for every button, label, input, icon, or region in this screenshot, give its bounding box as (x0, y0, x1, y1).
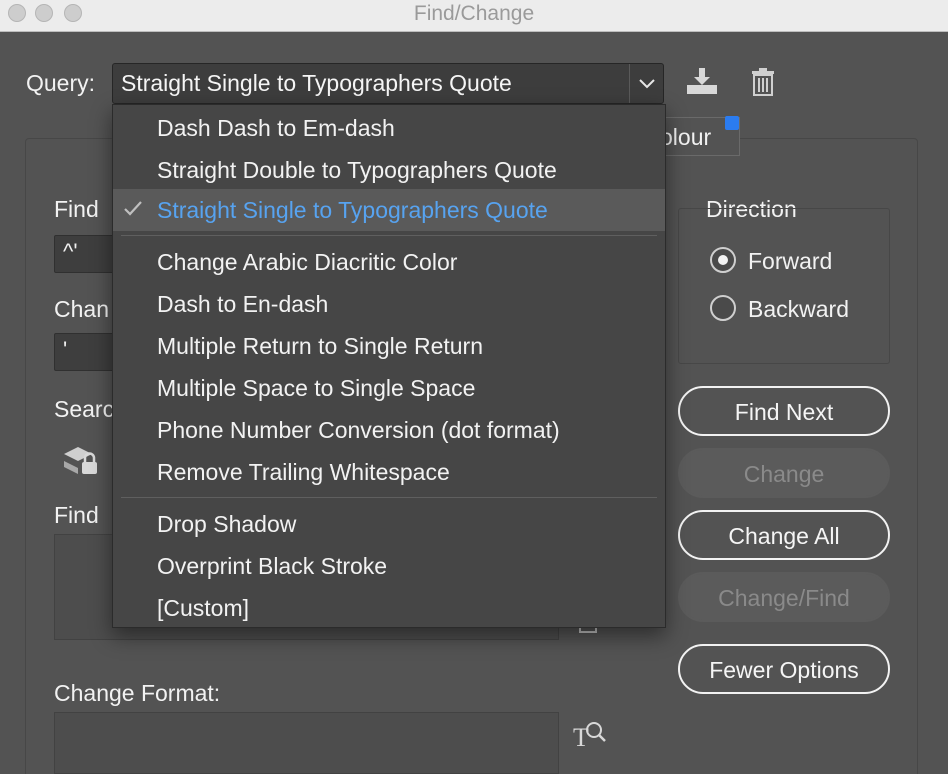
query-label: Query: (26, 70, 96, 96)
tab-marker-icon (725, 116, 739, 130)
menu-separator (121, 497, 657, 498)
fewer-options-button[interactable]: Fewer Options (678, 644, 890, 694)
radio-backward-label: Backward (748, 296, 849, 322)
radio-backward[interactable] (710, 295, 736, 321)
change-to-label: Chan (54, 296, 109, 322)
menu-item-dash-to-en-dash[interactable]: Dash to En-dash (113, 283, 665, 325)
menu-item-phone-number-conversion[interactable]: Phone Number Conversion (dot format) (113, 409, 665, 451)
menu-separator (121, 235, 657, 236)
chevron-down-icon (639, 79, 655, 89)
query-dropdown-menu: Dash Dash to Em-dash Straight Double to … (112, 104, 666, 628)
radio-forward-label: Forward (748, 248, 833, 274)
query-dropdown-toggle[interactable] (629, 64, 663, 103)
change-format-box[interactable] (54, 712, 559, 774)
window-title: Find/Change (413, 2, 535, 25)
menu-item-dash-dash-to-em-dash[interactable]: Dash Dash to Em-dash (113, 107, 665, 149)
query-selected-value: Straight Single to Typographers Quote (121, 70, 512, 96)
change-button[interactable]: Change (678, 448, 890, 498)
specify-change-format-button[interactable]: T (572, 718, 608, 755)
change-all-button[interactable]: Change All (678, 510, 890, 560)
menu-item-drop-shadow[interactable]: Drop Shadow (113, 503, 665, 545)
save-query-button[interactable] (685, 66, 719, 103)
radio-selected-dot (718, 255, 728, 265)
menu-item-multiple-space[interactable]: Multiple Space to Single Space (113, 367, 665, 409)
title-bar: Find/Change (0, 0, 948, 32)
locked-layers-icon (64, 447, 97, 474)
change-find-button[interactable]: Change/Find (678, 572, 890, 622)
find-what-label: Find (54, 196, 99, 222)
menu-item-change-arabic-diacritic-color[interactable]: Change Arabic Diacritic Color (113, 241, 665, 283)
find-format-label: Find (54, 502, 99, 528)
query-dropdown[interactable]: Straight Single to Typographers Quote (112, 63, 664, 104)
radio-forward[interactable] (710, 247, 736, 273)
tab-colour-label: olour (660, 124, 712, 150)
direction-group (678, 208, 890, 364)
menu-item-straight-single-quote[interactable]: Straight Single to Typographers Quote (113, 189, 665, 231)
save-query-icon (687, 68, 717, 94)
trash-icon (752, 68, 774, 96)
find-next-button[interactable]: Find Next (678, 386, 890, 436)
search-label: Searc (54, 396, 115, 422)
delete-query-button[interactable] (751, 67, 775, 102)
menu-item-remove-trailing-whitespace[interactable]: Remove Trailing Whitespace (113, 451, 665, 493)
menu-item-multiple-return[interactable]: Multiple Return to Single Return (113, 325, 665, 367)
menu-item-overprint-black-stroke[interactable]: Overprint Black Stroke (113, 545, 665, 587)
menu-item-straight-double-quote[interactable]: Straight Double to Typographers Quote (113, 149, 665, 191)
text-search-icon: T (573, 722, 606, 752)
change-format-label: Change Format: (54, 680, 221, 706)
menu-item-custom[interactable]: [Custom] (113, 587, 665, 629)
checkmark-icon (124, 201, 142, 216)
locked-layers-toggle[interactable] (62, 444, 102, 483)
